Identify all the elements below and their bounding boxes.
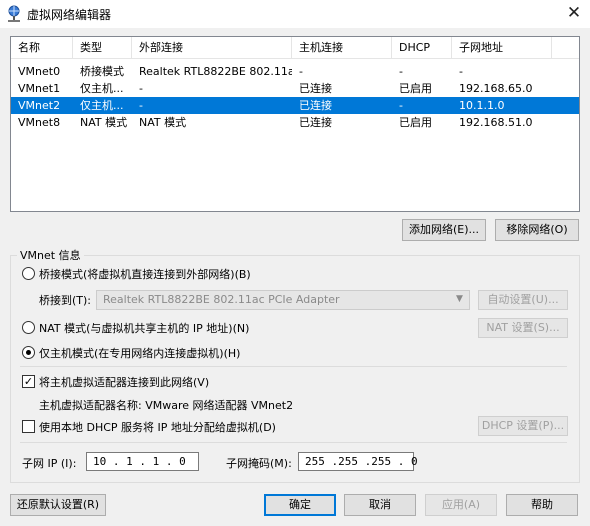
bridge-to-value: Realtek RTL8822BE 802.11ac PCIe Adapter <box>103 293 340 306</box>
cell-name: VMnet1 <box>18 82 61 95</box>
subnet-mask-label: 子网掩码(M): <box>226 457 292 470</box>
window-title: 虚拟网络编辑器 <box>27 8 112 22</box>
remove-network-button[interactable]: 移除网络(O) <box>495 219 579 241</box>
cell-name: VMnet0 <box>18 65 61 78</box>
cell-dhcp: 已启用 <box>399 116 432 129</box>
nat-radio[interactable] <box>22 321 35 334</box>
nat-label[interactable]: NAT 模式(与虚拟机共享主机的 IP 地址)(N) <box>39 320 249 336</box>
nat-settings-button[interactable]: NAT 设置(S)... <box>478 318 568 338</box>
cell-type: 仅主机... <box>80 99 124 112</box>
cell-type: 桥接模式 <box>80 65 124 78</box>
ok-button[interactable]: 确定 <box>264 494 336 516</box>
divider <box>20 366 567 367</box>
network-editor-icon <box>8 5 20 22</box>
cell-subnet: - <box>459 65 463 78</box>
chevron-down-icon[interactable]: ▼ <box>456 294 463 304</box>
auto-settings-button[interactable]: 自动设置(U)... <box>478 290 568 310</box>
cell-type: 仅主机... <box>80 82 124 95</box>
table-row[interactable]: VMnet8 NAT 模式 NAT 模式 已连接 已启用 192.168.51.… <box>11 114 579 131</box>
cell-dhcp: - <box>399 65 403 78</box>
cell-external: NAT 模式 <box>139 116 187 129</box>
close-icon[interactable]: ✕ <box>560 1 588 25</box>
cell-subnet: 192.168.65.0 <box>459 82 533 95</box>
cell-type: NAT 模式 <box>80 116 128 129</box>
host-only-radio[interactable] <box>22 346 35 359</box>
subnet-ip-label: 子网 IP (I): <box>22 457 77 470</box>
column-header-subnet[interactable]: 子网地址 <box>452 37 552 59</box>
cell-host: 已连接 <box>299 82 332 95</box>
cancel-button[interactable]: 取消 <box>344 494 416 516</box>
add-network-button[interactable]: 添加网络(E)... <box>402 219 486 241</box>
cell-subnet: 192.168.51.0 <box>459 116 533 129</box>
table-row[interactable]: VMnet1 仅主机... - 已连接 已启用 192.168.65.0 <box>11 80 579 97</box>
apply-button[interactable]: 应用(A) <box>425 494 497 516</box>
vmnet-info-legend: VMnet 信息 <box>17 247 84 263</box>
cell-external: Realtek RTL8822BE 802.11a... <box>139 65 292 78</box>
column-header-host[interactable]: 主机连接 <box>292 37 392 59</box>
subnet-ip-input[interactable]: 10 . 1 . 1 . 0 <box>86 452 199 471</box>
column-header-external[interactable]: 外部连接 <box>132 37 292 59</box>
adapter-name-text: 主机虚拟适配器名称: VMware 网络适配器 VMnet2 <box>39 399 294 412</box>
column-header-type[interactable]: 类型 <box>73 37 132 59</box>
column-header-dhcp[interactable]: DHCP <box>392 37 452 59</box>
subnet-mask-input[interactable]: 255 .255 .255 . 0 <box>298 452 418 471</box>
cell-host: - <box>299 65 303 78</box>
use-dhcp-label[interactable]: 使用本地 DHCP 服务将 IP 地址分配给虚拟机(D) <box>39 419 276 435</box>
cell-dhcp: - <box>399 99 403 112</box>
divider <box>20 442 567 443</box>
help-button[interactable]: 帮助 <box>506 494 578 516</box>
table-row-selected[interactable]: VMnet2 仅主机... - 已连接 - 10.1.1.0 <box>11 97 579 114</box>
connect-adapter-label[interactable]: 将主机虚拟适配器连接到此网络(V) <box>39 374 209 390</box>
table-row[interactable]: VMnet0 桥接模式 Realtek RTL8822BE 802.11a...… <box>11 63 579 80</box>
use-dhcp-checkbox[interactable] <box>22 420 35 433</box>
cell-external: - <box>139 99 143 112</box>
cell-dhcp: 已启用 <box>399 82 432 95</box>
bridged-label[interactable]: 桥接模式(将虚拟机直接连接到外部网络)(B) <box>39 266 251 282</box>
bridged-radio[interactable] <box>22 267 35 280</box>
list-header: 名称 类型 外部连接 主机连接 DHCP 子网地址 <box>11 37 579 59</box>
cell-host: 已连接 <box>299 116 332 129</box>
cell-name: VMnet8 <box>18 116 61 129</box>
cell-external: - <box>139 82 143 95</box>
dhcp-settings-button[interactable]: DHCP 设置(P)... <box>478 416 568 436</box>
bridge-to-select[interactable]: Realtek RTL8822BE 802.11ac PCIe Adapter <box>96 290 470 310</box>
cell-host: 已连接 <box>299 99 332 112</box>
cell-name: VMnet2 <box>18 99 61 112</box>
restore-defaults-button[interactable]: 还原默认设置(R) <box>10 494 106 516</box>
connect-adapter-checkbox[interactable]: ✓ <box>22 375 35 388</box>
host-only-label[interactable]: 仅主机模式(在专用网络内连接虚拟机)(H) <box>39 345 240 361</box>
network-list[interactable]: 名称 类型 外部连接 主机连接 DHCP 子网地址 VMnet0 桥接模式 Re… <box>10 36 580 212</box>
column-header-name[interactable]: 名称 <box>11 37 73 59</box>
cell-subnet: 10.1.1.0 <box>459 99 505 112</box>
bridge-to-label: 桥接到(T): <box>39 294 92 307</box>
